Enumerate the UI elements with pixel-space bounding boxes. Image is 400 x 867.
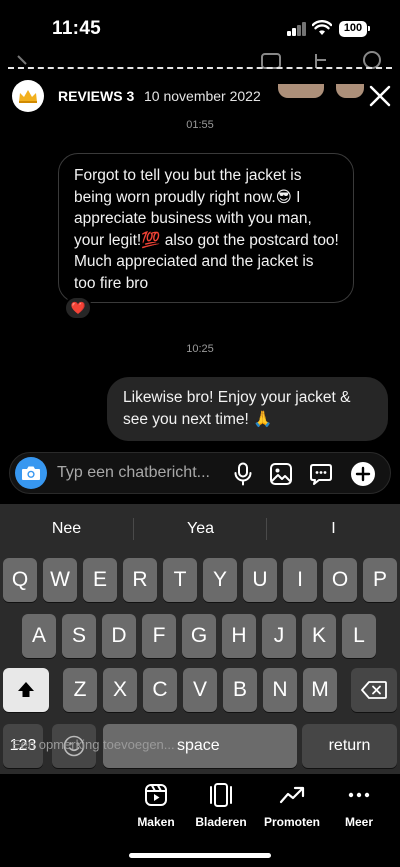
shared-story-header[interactable]: REVIEWS 3 10 november 2022: [0, 78, 400, 114]
suggestion-bar: Nee Yea I: [0, 504, 400, 554]
key[interactable]: W: [43, 558, 77, 602]
tab-label: Bladeren: [195, 815, 247, 829]
shift-icon: [18, 682, 34, 697]
plus-icon[interactable]: [349, 460, 377, 488]
key[interactable]: C: [143, 668, 177, 712]
reels-icon: [145, 784, 167, 806]
key[interactable]: D: [102, 614, 136, 658]
suggestion-item[interactable]: I: [267, 520, 400, 538]
close-icon[interactable]: [366, 82, 394, 110]
tab-label: Maken: [137, 815, 175, 829]
key[interactable]: Q: [3, 558, 37, 602]
key[interactable]: Y: [203, 558, 237, 602]
battery-indicator: 100: [339, 21, 370, 37]
key[interactable]: S: [62, 614, 96, 658]
key[interactable]: U: [243, 558, 277, 602]
tab-maken[interactable]: Maken: [121, 780, 191, 829]
key[interactable]: J: [262, 614, 296, 658]
avatar[interactable]: [12, 80, 44, 112]
incoming-message[interactable]: Forgot to tell you but the jacket is bei…: [58, 153, 354, 303]
story-username[interactable]: REVIEWS 3: [58, 88, 134, 104]
gallery-icon[interactable]: [267, 460, 295, 488]
outgoing-message[interactable]: Likewise bro! Enjoy your jacket & see yo…: [107, 377, 388, 441]
tab-promoten[interactable]: Promoten: [257, 780, 327, 829]
tab-label: Meer: [344, 815, 373, 829]
return-key[interactable]: return: [302, 724, 397, 768]
message-timestamp: 10:25: [186, 343, 214, 355]
key[interactable]: N: [263, 668, 297, 712]
pages-icon: [210, 783, 232, 807]
key[interactable]: L: [342, 614, 376, 658]
tab-meer[interactable]: Meer: [324, 780, 394, 829]
key[interactable]: R: [123, 558, 157, 602]
heart-reaction[interactable]: ❤️: [64, 296, 92, 320]
home-indicator: [129, 853, 271, 858]
keyboard: Nee Yea I Q W E R T Y U I O P A S D F G …: [0, 504, 400, 774]
key[interactable]: O: [323, 558, 357, 602]
key[interactable]: F: [142, 614, 176, 658]
message-timestamp: 01:55: [186, 119, 214, 131]
more-icon: [348, 792, 370, 798]
camera-button[interactable]: [15, 457, 47, 489]
suggestion-item[interactable]: Yea: [134, 520, 267, 538]
message-composer: [9, 452, 391, 494]
key[interactable]: A: [22, 614, 56, 658]
sticker-icon[interactable]: [307, 460, 335, 488]
key[interactable]: E: [83, 558, 117, 602]
key[interactable]: I: [283, 558, 317, 602]
trend-icon: [279, 786, 305, 804]
shift-key[interactable]: [3, 668, 49, 712]
key[interactable]: H: [222, 614, 256, 658]
key[interactable]: M: [303, 668, 337, 712]
story-date: 10 november 2022: [144, 88, 261, 104]
backspace-icon: [361, 681, 387, 699]
message-input[interactable]: [57, 461, 227, 485]
status-time: 11:45: [52, 18, 102, 39]
wifi-icon: [312, 20, 332, 35]
key[interactable]: K: [302, 614, 336, 658]
comment-hint: Een opmerking toevoegen...: [12, 737, 175, 752]
delete-key[interactable]: [351, 668, 397, 712]
microphone-icon[interactable]: [229, 460, 257, 488]
key[interactable]: Z: [63, 668, 97, 712]
key[interactable]: P: [363, 558, 397, 602]
key[interactable]: B: [223, 668, 257, 712]
suggestion-item[interactable]: Nee: [0, 520, 133, 538]
signal-icon: [287, 22, 307, 36]
key[interactable]: G: [182, 614, 216, 658]
dashed-divider: [8, 67, 392, 69]
tab-label: Promoten: [263, 815, 320, 829]
key[interactable]: X: [103, 668, 137, 712]
key[interactable]: T: [163, 558, 197, 602]
camera-icon: [22, 466, 40, 480]
key[interactable]: V: [183, 668, 217, 712]
tab-bladeren[interactable]: Bladeren: [186, 780, 256, 829]
